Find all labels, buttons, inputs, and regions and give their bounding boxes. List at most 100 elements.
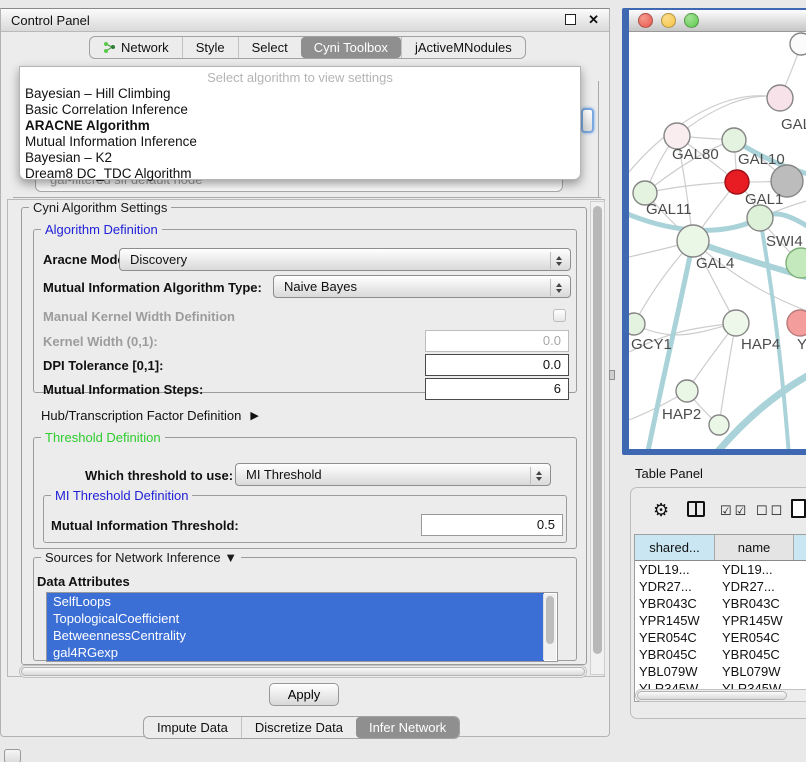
network-node-hap4[interactable]	[723, 310, 749, 336]
manual-kernel-checkbox[interactable]	[553, 309, 566, 322]
close-icon[interactable]: ✕	[588, 12, 599, 28]
mi-steps-field[interactable]: 6	[425, 378, 569, 400]
table-horizontal-scrollbar[interactable]	[635, 689, 806, 702]
table-panel-title: Table Panel	[635, 466, 703, 481]
aracne-mode-label: Aracne Mode:	[43, 252, 129, 267]
close-traffic-light[interactable]	[638, 13, 653, 28]
group-title: Threshold Definition	[41, 430, 165, 445]
network-canvas[interactable]: GAL GAL80 GAL10 GAL1 GAL11 SWI4 GAL4 GCY…	[629, 32, 806, 449]
which-threshold-combo[interactable]: MI Threshold	[235, 463, 551, 486]
kernel-width-field[interactable]: 0.0	[425, 330, 569, 352]
node-label: GAL10	[738, 151, 785, 168]
table-row[interactable]: YDL19...YDL19...13	[635, 561, 806, 578]
node-label: HAP2	[662, 406, 701, 423]
list-item[interactable]: gal4RGexp	[47, 644, 544, 661]
network-node[interactable]	[767, 85, 793, 111]
list-vertical-scrollbar[interactable]	[543, 594, 556, 660]
collapse-arrow-icon[interactable]: ▼	[224, 550, 237, 565]
network-node-gcy1[interactable]	[629, 313, 645, 335]
deselect-all-checks-icon[interactable]: ☐☐	[756, 503, 785, 519]
control-panel-window: Control Panel ✕ Network Style Select Cyn…	[0, 8, 610, 737]
dpi-tolerance-label: DPI Tolerance [0,1]:	[43, 358, 163, 373]
maximize-traffic-light[interactable]	[684, 13, 699, 28]
tab-style[interactable]: Style	[182, 37, 238, 58]
node-label: GAL	[781, 116, 806, 133]
spinner-icon[interactable]	[550, 279, 566, 296]
tab-discretize-data[interactable]: Discretize Data	[241, 717, 356, 738]
bottom-tabstrip: Impute Data Discretize Data Infer Networ…	[143, 716, 460, 739]
horizontal-scrollbar[interactable]	[19, 665, 587, 678]
algorithm-option[interactable]: Bayesian – K2	[20, 150, 580, 166]
node-label: SWI4	[766, 233, 803, 250]
network-node-swi4[interactable]	[747, 205, 773, 231]
table-row[interactable]: YBL079WYBL079W	[635, 663, 806, 680]
table-row[interactable]: YER054CYER054C8.	[635, 629, 806, 646]
network-node-gal4[interactable]	[677, 225, 709, 257]
node-label: Y	[797, 336, 806, 353]
tab-infer-network[interactable]: Infer Network	[356, 717, 459, 738]
hub-definition-expander[interactable]: Hub/Transcription Factor Definition ▶	[41, 408, 259, 423]
spinner-icon[interactable]	[530, 467, 546, 484]
spinner-icon[interactable]	[550, 252, 566, 269]
network-node-gal10[interactable]	[722, 128, 746, 152]
network-node[interactable]	[709, 415, 729, 435]
mi-threshold-field[interactable]: 0.5	[421, 514, 563, 536]
tab-network[interactable]: Network	[90, 37, 182, 58]
tab-jactivemnodules[interactable]: jActiveMNodules	[401, 37, 525, 58]
dpi-tolerance-field[interactable]: 0.0	[425, 354, 569, 376]
top-tabstrip: Network Style Select Cyni Toolbox jActiv…	[89, 36, 526, 59]
combo-stepper-fragment[interactable]	[581, 108, 594, 133]
network-node[interactable]	[787, 310, 806, 336]
table-header-row: shared... name	[635, 535, 806, 561]
data-attributes-label: Data Attributes	[37, 574, 130, 589]
algorithm-option-selected[interactable]: ARACNE Algorithm	[20, 118, 580, 134]
mi-type-combo[interactable]: Naive Bayes	[273, 275, 571, 298]
column-header-shared-name[interactable]: shared...	[635, 535, 715, 560]
mi-type-label: Mutual Information Algorithm Type:	[43, 280, 262, 295]
dropdown-placeholder: Select algorithm to view settings	[20, 67, 580, 86]
algorithm-option[interactable]: Mutual Information Inference	[20, 134, 580, 150]
expand-arrow-icon: ▶	[250, 409, 258, 422]
group-title: MI Threshold Definition	[51, 488, 192, 503]
node-table: shared... name YDL19...YDL19...13 YDR27.…	[634, 534, 806, 702]
table-row[interactable]: YPR145WYPR145W9.	[635, 612, 806, 629]
node-label: GAL4	[696, 255, 734, 272]
tab-cyni-toolbox[interactable]: Cyni Toolbox	[301, 37, 401, 58]
vertical-scrollbar[interactable]	[590, 201, 605, 675]
column-header-name[interactable]: name	[715, 535, 794, 560]
algorithm-option[interactable]: Dream8 DC_TDC Algorithm	[20, 166, 580, 182]
float-window-icon[interactable]	[565, 13, 576, 28]
panel-divider-handle[interactable]	[609, 370, 615, 380]
algorithm-option[interactable]: Bayesian – Hill Climbing	[20, 86, 580, 102]
table-row[interactable]: YBR043CYBR043C	[635, 595, 806, 612]
network-node[interactable]	[790, 33, 806, 55]
groupbox-edge	[598, 81, 599, 197]
tab-impute-data[interactable]: Impute Data	[144, 717, 241, 738]
network-icon	[103, 41, 116, 54]
list-item[interactable]: BetweennessCentrality	[47, 627, 544, 644]
group-title: Sources for Network Inference ▼	[41, 550, 241, 565]
new-table-icon[interactable]	[791, 499, 806, 518]
node-label: HAP4	[741, 336, 780, 353]
gear-icon[interactable]: ⚙	[653, 501, 669, 519]
network-node-hap2[interactable]	[676, 380, 698, 402]
select-all-checks-icon[interactable]: ☑☑	[720, 503, 749, 519]
minimized-panel-icon[interactable]	[4, 749, 21, 762]
minimize-traffic-light[interactable]	[661, 13, 676, 28]
group-title: Algorithm Definition	[41, 222, 162, 237]
data-attributes-list[interactable]: SelfLoops TopologicalCoefficient Between…	[46, 592, 558, 662]
node-label: GAL1	[745, 191, 783, 208]
list-item[interactable]: TopologicalCoefficient	[47, 610, 544, 627]
algorithm-option[interactable]: Basic Correlation Inference	[20, 102, 580, 118]
column-header[interactable]	[794, 535, 806, 560]
table-row[interactable]: YDR27...YDR27...12	[635, 578, 806, 595]
aracne-mode-combo[interactable]: Discovery	[119, 248, 571, 271]
split-columns-icon[interactable]	[687, 501, 705, 517]
control-panel-titlebar: Control Panel ✕	[1, 9, 609, 32]
algorithm-dropdown-popup: Select algorithm to view settings Bayesi…	[19, 66, 581, 180]
table-row[interactable]: YBR045CYBR045C9.	[635, 646, 806, 663]
apply-button[interactable]: Apply	[269, 683, 339, 706]
node-label: GCY1	[631, 336, 672, 353]
tab-select[interactable]: Select	[238, 37, 301, 58]
list-item[interactable]: SelfLoops	[47, 593, 544, 610]
